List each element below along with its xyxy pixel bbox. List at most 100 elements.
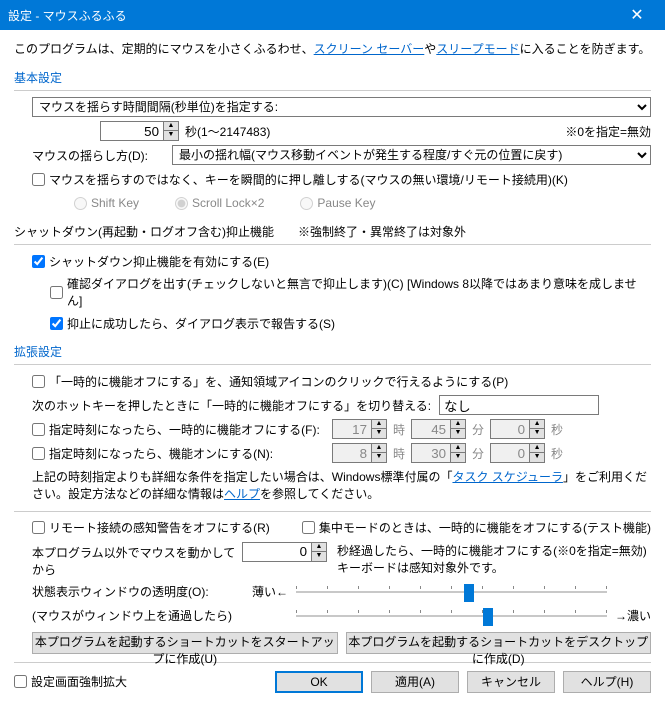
external-input[interactable] <box>242 542 312 562</box>
intro-mid: や <box>424 42 436 56</box>
link-sleep[interactable]: スリープモード <box>436 42 519 56</box>
intro-text: このプログラムは、定期的にマウスを小さくふるわせ、スクリーン セーバーやスリープ… <box>14 40 651 57</box>
time-off-sec[interactable] <box>490 419 530 439</box>
shutdown-confirm-label: 確認ダイアログを出す(チェックしないと無言で抑止します)(C) [Windows… <box>67 275 651 309</box>
unit-m: 分 <box>472 421 484 438</box>
scheduler-note: 上記の時刻指定よりも詳細な条件を指定したい場合は、Windows標準付属の「タス… <box>14 469 651 503</box>
shortcut-desktop-button[interactable]: 本プログラムを起動するショートカットをデスクトップに作成(D) <box>346 632 652 654</box>
interval-select[interactable]: マウスを揺らす時間間隔(秒単位)を指定する: <box>32 97 651 117</box>
external-note1: 秒経過したら、一時的に機能オフにする(※0を指定=無効) <box>337 542 647 559</box>
row-shutdown-enable: シャットダウン抑止機能を有効にする(E) <box>14 251 651 271</box>
external-note-block: 秒経過したら、一時的に機能オフにする(※0を指定=無効) キーボードは感知対象外… <box>337 542 647 576</box>
intro-suffix: に入ることを防ぎます。 <box>520 42 651 56</box>
time-on-min[interactable] <box>411 443 451 463</box>
row-time-off: 指定時刻になったら、一時的に機能オフにする(F): ▲▼ 時 ▲▼ 分 ▲▼ 秒 <box>14 419 651 439</box>
row-key-checkbox: マウスを揺らすのではなく、キーを瞬間的に押し離しする(マウスの無い環境/リモート… <box>14 169 651 189</box>
unit-s: 秒 <box>551 421 563 438</box>
opacity-slider-2[interactable] <box>296 606 607 626</box>
shake-method-label: マウスの揺らし方(D): <box>32 147 172 164</box>
row-opacity-sub: (マウスがウィンドウ上を通過したら) 薄い← →濃い <box>14 606 651 626</box>
unit-m: 分 <box>472 445 484 462</box>
link-screensaver[interactable]: スクリーン セーバー <box>314 42 425 56</box>
group-basic-heading: 基本設定 <box>14 69 651 86</box>
spinner[interactable]: ▲▼ <box>451 419 466 439</box>
shake-method-select[interactable]: 最小の揺れ幅(マウス移動イベントが発生する程度/すぐ元の位置に戻す) <box>172 145 651 165</box>
radio-pause: Pause Key <box>300 196 375 210</box>
interval-unit: 秒(1～2147483) <box>185 123 270 140</box>
group-shutdown-heading: シャットダウン(再起動・ログオフ含む)抑止機能 ※強制終了・異常終了は対象外 <box>14 223 651 240</box>
unit-s: 秒 <box>551 445 563 462</box>
divider <box>14 511 651 512</box>
apply-button[interactable]: 適用(A) <box>371 671 459 693</box>
cancel-button[interactable]: キャンセル <box>467 671 555 693</box>
row-tray-off: 「一時的に機能オフにする」を、通知領域アイコンのクリックで行えるようにする(P) <box>14 371 651 391</box>
force-expand-checkbox[interactable] <box>14 675 27 688</box>
note-suffix: を参照してください。 <box>260 487 379 501</box>
shortcut-startup-button[interactable]: 本プログラムを起動するショートカットをスタートアップに作成(U) <box>32 632 338 654</box>
shutdown-report-label: 抑止に成功したら、ダイアログ表示で報告する(S) <box>67 315 335 332</box>
radio-scroll-input[interactable] <box>175 197 188 210</box>
time-on-hour[interactable] <box>332 443 372 463</box>
time-on-sec[interactable] <box>490 443 530 463</box>
intro-prefix: このプログラムは、定期的にマウスを小さくふるわせ、 <box>14 42 314 56</box>
spinner[interactable]: ▲▼ <box>372 419 387 439</box>
tray-off-label: 「一時的に機能オフにする」を、通知領域アイコンのクリックで行えるようにする(P) <box>49 373 508 390</box>
row-external-mouse: 本プログラム以外でマウスを動かしてから ▲▼ 秒経過したら、一時的に機能オフにす… <box>14 542 651 578</box>
force-expand-label: 設定画面強制拡大 <box>31 673 127 690</box>
link-help[interactable]: ヘルプ <box>224 487 260 501</box>
key-mode-checkbox[interactable] <box>32 173 45 186</box>
shutdown-confirm-checkbox[interactable] <box>50 286 63 299</box>
row-shutdown-report: 抑止に成功したら、ダイアログ表示で報告する(S) <box>14 313 651 333</box>
key-radio-group: Shift Key Scroll Lock×2 Pause Key <box>14 193 651 213</box>
hotkey-input[interactable] <box>439 395 599 415</box>
hotkey-label: 次のホットキーを押したときに「一時的に機能オフにする」を切り替える: <box>32 397 431 414</box>
spinner[interactable]: ▲▼ <box>312 542 327 562</box>
window-title: 設定 - マウスふるふる <box>8 7 617 24</box>
row-shortcut-buttons: 本プログラムを起動するショートカットをスタートアップに作成(U) 本プログラムを… <box>14 632 651 654</box>
interval-spinner[interactable]: ▲▼ <box>164 121 179 141</box>
interval-input[interactable] <box>100 121 164 141</box>
shutdown-report-checkbox[interactable] <box>50 317 63 330</box>
row-hotkey: 次のホットキーを押したときに「一時的に機能オフにする」を切り替える: <box>14 395 651 415</box>
divider <box>14 244 651 245</box>
radio-shift: Shift Key <box>74 196 139 210</box>
opacity-sub-label: (マウスがウィンドウ上を通過したら) <box>32 607 252 624</box>
radio-shift-input[interactable] <box>74 197 87 210</box>
time-off-hour[interactable] <box>332 419 372 439</box>
remote-off-label: リモート接続の感知警告をオフにする(R) <box>49 519 270 536</box>
row-opacity: 状態表示ウィンドウの透明度(O): 薄い← →濃い <box>14 582 651 602</box>
close-icon[interactable]: ✕ <box>617 5 657 25</box>
spinner[interactable]: ▲▼ <box>451 443 466 463</box>
row-shake-method: マウスの揺らし方(D): 最小の揺れ幅(マウス移動イベントが発生する程度/すぐ元… <box>14 145 651 165</box>
opacity-slider-1[interactable] <box>296 582 607 602</box>
time-off-checkbox[interactable] <box>32 423 45 436</box>
shutdown-enable-checkbox[interactable] <box>32 255 45 268</box>
link-task-scheduler[interactable]: タスク スケジューラ <box>452 470 563 484</box>
help-button[interactable]: ヘルプ(H) <box>563 671 651 693</box>
time-off-min[interactable] <box>411 419 451 439</box>
external-label: 本プログラム以外でマウスを動かしてから <box>32 542 242 578</box>
time-on-checkbox[interactable] <box>32 447 45 460</box>
dialog-content: このプログラムは、定期的にマウスを小さくふるわせ、スクリーン セーバーやスリープ… <box>0 30 665 701</box>
focus-off-label: 集中モードのときは、一時的に機能をオフにする(テスト機能) <box>319 519 651 536</box>
radio-pause-input[interactable] <box>300 197 313 210</box>
opacity-label: 状態表示ウィンドウの透明度(O): <box>32 583 252 600</box>
time-on-label: 指定時刻になったら、機能オンにする(N): <box>49 447 273 461</box>
spinner[interactable]: ▲▼ <box>530 419 545 439</box>
shutdown-enable-label: シャットダウン抑止機能を有効にする(E) <box>49 253 269 270</box>
titlebar: 設定 - マウスふるふる ✕ <box>0 0 665 30</box>
note-prefix: 上記の時刻指定よりも詳細な条件を指定したい場合は、Windows標準付属の「 <box>32 470 452 484</box>
focus-off-checkbox[interactable] <box>302 521 315 534</box>
row-shutdown-confirm: 確認ダイアログを出す(チェックしないと無言で抑止します)(C) [Windows… <box>14 275 651 309</box>
spinner[interactable]: ▲▼ <box>530 443 545 463</box>
ok-button[interactable]: OK <box>275 671 363 693</box>
unit-h: 時 <box>393 445 405 462</box>
row-time-on: 指定時刻になったら、機能オンにする(N): ▲▼ 時 ▲▼ 分 ▲▼ 秒 <box>14 443 651 463</box>
spinner[interactable]: ▲▼ <box>372 443 387 463</box>
row-remote-focus: リモート接続の感知警告をオフにする(R) 集中モードのときは、一時的に機能をオフ… <box>14 518 651 538</box>
remote-off-checkbox[interactable] <box>32 521 45 534</box>
divider <box>14 90 651 91</box>
tray-off-checkbox[interactable] <box>32 375 45 388</box>
radio-scroll: Scroll Lock×2 <box>175 196 264 210</box>
row-interval-value: ▲▼ 秒(1～2147483) ※0を指定=無効 <box>14 121 651 141</box>
